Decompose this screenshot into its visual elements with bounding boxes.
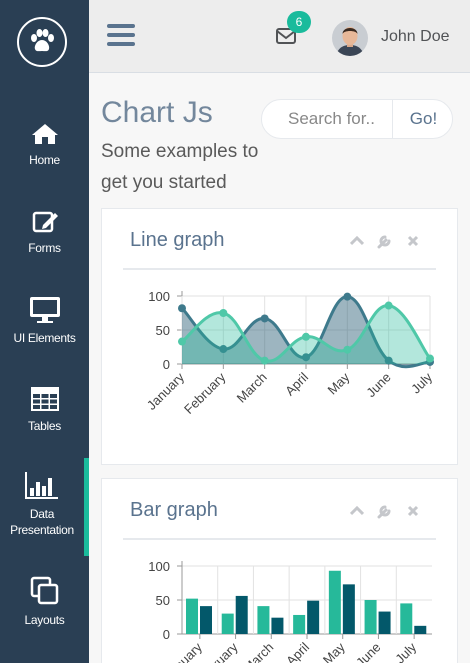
y-tick-label: 100 [148,289,170,304]
x-tick-label: April [283,639,312,663]
sidebar-item-label: Tables [28,419,61,433]
data-point [343,345,352,354]
bar [221,613,234,634]
y-tick-label: 50 [156,323,170,338]
clone-icon [30,576,58,605]
x-tick-label: March [234,370,270,406]
bar [400,603,413,634]
sidebar-item-forms[interactable]: Forms [0,210,89,256]
bar [364,600,377,634]
data-point [302,332,310,341]
x-tick-label: February [181,369,229,417]
x-tick-label: June [363,370,394,401]
sidebar-item-label: Home [29,153,60,167]
sidebar-item-label: Data Presentation [10,507,74,537]
bar [342,584,355,634]
x-tick-label: March [240,640,276,663]
bar [271,617,284,634]
sidebar-item-layouts[interactable]: Layouts [0,576,89,628]
bar-chart-icon [25,472,58,499]
y-tick-label: 0 [163,627,170,642]
sidebar-item-label: UI Elements [13,331,76,345]
bar [235,595,248,634]
x-tick-label: May [320,639,348,663]
data-point [426,354,434,363]
line-chart: 050100JanuaryFebruary March April May June Ju… [144,289,436,417]
line-graph-panel: Line graph 0 50 100 January February March Apr… [101,208,458,465]
x-tick-label: July [392,639,419,663]
bar [414,625,427,634]
page-title: Chart Js [101,96,213,129]
sidebar-item-home[interactable]: Home [0,122,89,168]
x-tick-label: January [162,639,206,663]
data-point [178,304,186,313]
bar [257,606,270,634]
bar [378,611,391,634]
bar [186,598,198,634]
bar [200,606,212,634]
bar [293,614,306,634]
data-point [219,309,228,317]
y-tick-label: 100 [148,559,170,574]
avatar[interactable] [332,20,368,56]
page-subtitle: Some examples to get you started [101,141,259,193]
x-tick-label: July [408,369,435,396]
y-tick-label: 0 [163,357,170,372]
data-point [260,356,269,365]
sidebar-item-tables[interactable]: Tables [0,386,89,434]
x-tick-label: June [353,640,384,663]
top-nav: 6 John Doe [89,0,470,73]
monitor-icon [29,297,60,323]
user-name[interactable]: John Doe [381,28,450,46]
data-point [384,301,393,310]
search-input[interactable] [262,100,393,138]
home-icon [31,124,58,144]
sidebar-item-ui-elements[interactable]: UI Elements [0,296,89,346]
sidebar: Home Forms UI Elements Tables Data Prese… [0,0,89,663]
bar [307,600,320,634]
bar-chart: 050100JanuaryFebruaryMarchAprilMayJuneJu… [148,559,432,663]
edit-icon [32,211,58,233]
search-group: Go! [261,99,453,139]
paw-icon[interactable] [17,17,67,67]
sidebar-item-label: Layouts [24,613,65,627]
data-point [343,292,352,301]
table-icon [30,387,59,411]
notification-badge: 6 [287,11,311,33]
x-tick-label: May [324,369,352,397]
sidebar-item-data-presentation[interactable]: Data Presentation [0,458,89,556]
x-tick-label: April [282,369,311,398]
sidebar-item-label: Forms [28,241,61,255]
bar-graph-panel: Bar graph 050100JanuaryFebruaryMarchApri… [101,478,458,663]
bar [328,570,341,634]
data-point [178,337,186,346]
menu-icon[interactable] [107,24,135,48]
y-tick-label: 50 [156,593,170,608]
search-go-button[interactable]: Go! [392,100,452,138]
data-point [260,314,269,323]
